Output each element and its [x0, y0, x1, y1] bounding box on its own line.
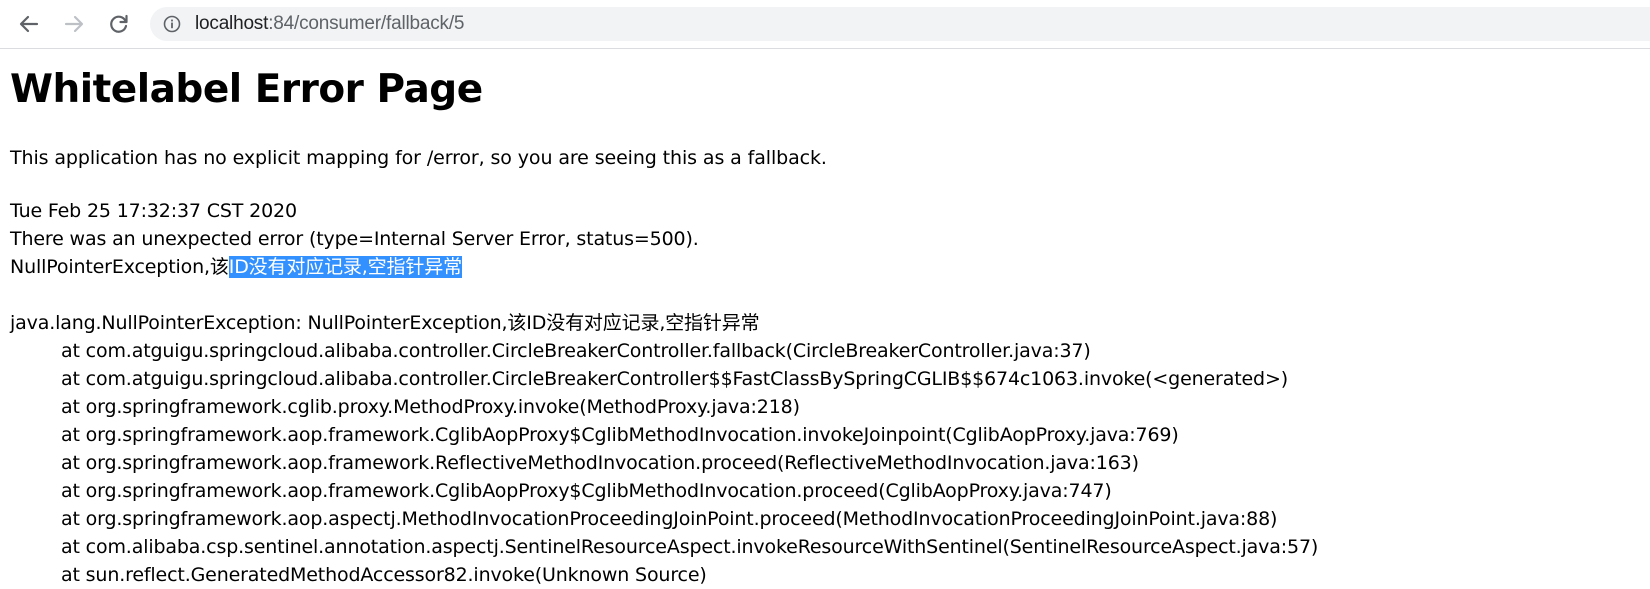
stack-frame: at com.atguigu.springcloud.alibaba.contr…	[61, 340, 1091, 362]
stack-frame: at com.alibaba.csp.sentinel.annotation.a…	[61, 536, 1319, 558]
stack-frame: at com.atguigu.springcloud.alibaba.contr…	[61, 368, 1288, 390]
stack-frame: at org.springframework.aop.framework.Ref…	[61, 452, 1139, 474]
reload-button[interactable]	[105, 10, 133, 38]
exception-line: java.lang.NullPointerException: NullPoin…	[10, 312, 760, 334]
address-bar[interactable]: localhost:84/consumer/fallback/5	[150, 7, 1650, 41]
page-title: Whitelabel Error Page	[10, 67, 483, 112]
error-timestamp: Tue Feb 25 17:32:37 CST 2020	[10, 200, 297, 222]
url-path: :84/consumer/fallback/5	[268, 13, 465, 34]
url-host: localhost	[195, 13, 269, 34]
url-text[interactable]: localhost:84/consumer/fallback/5	[195, 13, 464, 35]
arrow-right-icon	[64, 15, 84, 33]
info-icon[interactable]	[163, 15, 181, 33]
forward-button[interactable]	[60, 10, 88, 38]
back-button[interactable]	[15, 10, 43, 38]
error-message: NullPointerException,该ID没有对应记录,空指针异常	[10, 253, 699, 281]
stack-frame: at org.springframework.cglib.proxy.Metho…	[61, 396, 800, 418]
stack-trace: java.lang.NullPointerException: NullPoin…	[10, 309, 1318, 589]
arrow-left-icon	[19, 15, 39, 33]
error-details: Tue Feb 25 17:32:37 CST 2020 There was a…	[10, 197, 699, 281]
stack-frame: at sun.reflect.GeneratedMethodAccessor82…	[61, 564, 707, 586]
error-summary: There was an unexpected error (type=Inte…	[10, 228, 699, 250]
reload-icon	[110, 14, 128, 33]
stack-frame: at org.springframework.aop.framework.Cgl…	[61, 424, 1179, 446]
stack-frame: at org.springframework.aop.aspectj.Metho…	[61, 508, 1278, 530]
browser-toolbar: localhost:84/consumer/fallback/5	[0, 0, 1650, 49]
stack-frame: at org.springframework.aop.framework.Cgl…	[61, 480, 1112, 502]
selected-text: ID没有对应记录,空指针异常	[228, 256, 462, 278]
page-description: This application has no explicit mapping…	[10, 147, 827, 169]
error-message-prefix: NullPointerException,该	[10, 256, 229, 278]
